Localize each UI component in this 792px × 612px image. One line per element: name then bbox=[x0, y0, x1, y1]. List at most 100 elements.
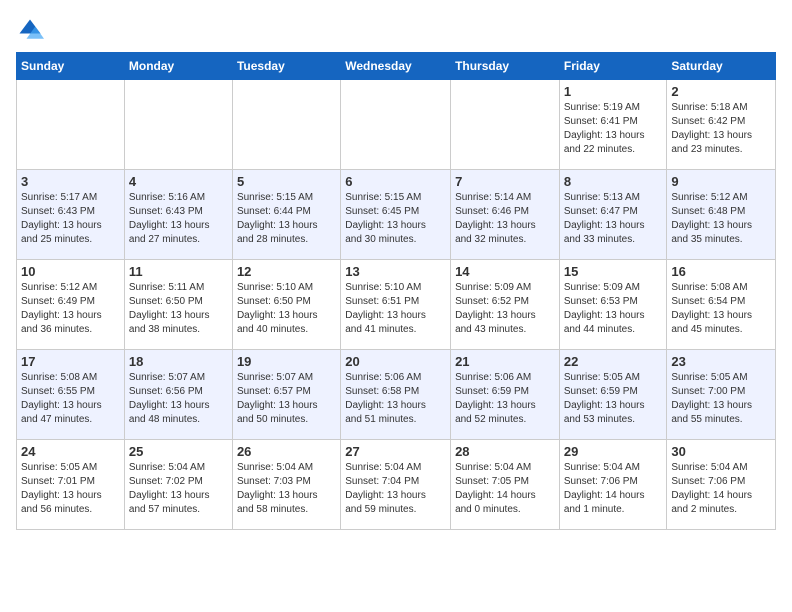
day-info: Sunrise: 5:04 AM Sunset: 7:06 PM Dayligh… bbox=[671, 461, 771, 517]
calendar-cell: 1 Sunrise: 5:19 AM Sunset: 6:41 PM Daylig… bbox=[559, 80, 667, 170]
page-header bbox=[16, 16, 776, 44]
day-info: Sunrise: 5:06 AM Sunset: 6:59 PM Dayligh… bbox=[455, 371, 555, 427]
day-header-friday: Friday bbox=[559, 53, 667, 80]
day-info: Sunrise: 5:07 AM Sunset: 6:56 PM Dayligh… bbox=[129, 371, 228, 427]
day-number: 6 bbox=[345, 174, 446, 189]
day-number: 4 bbox=[129, 174, 228, 189]
day-number: 27 bbox=[345, 444, 446, 459]
day-header-tuesday: Tuesday bbox=[232, 53, 340, 80]
day-number: 10 bbox=[21, 264, 120, 279]
day-number: 30 bbox=[671, 444, 771, 459]
day-info: Sunrise: 5:05 AM Sunset: 6:59 PM Dayligh… bbox=[564, 371, 663, 427]
day-header-wednesday: Wednesday bbox=[341, 53, 451, 80]
day-info: Sunrise: 5:10 AM Sunset: 6:50 PM Dayligh… bbox=[237, 281, 336, 337]
calendar-cell: 17 Sunrise: 5:08 AM Sunset: 6:55 PM Dayli… bbox=[17, 350, 125, 440]
day-number: 23 bbox=[671, 354, 771, 369]
calendar-week-row: 17 Sunrise: 5:08 AM Sunset: 6:55 PM Dayli… bbox=[17, 350, 776, 440]
calendar-cell: 13 Sunrise: 5:10 AM Sunset: 6:51 PM Dayli… bbox=[341, 260, 451, 350]
day-number: 5 bbox=[237, 174, 336, 189]
day-info: Sunrise: 5:14 AM Sunset: 6:46 PM Dayligh… bbox=[455, 191, 555, 247]
calendar-cell: 7 Sunrise: 5:14 AM Sunset: 6:46 PM Daylig… bbox=[451, 170, 560, 260]
calendar-cell: 16 Sunrise: 5:08 AM Sunset: 6:54 PM Dayli… bbox=[667, 260, 776, 350]
calendar-cell: 30 Sunrise: 5:04 AM Sunset: 7:06 PM Dayli… bbox=[667, 440, 776, 530]
day-number: 13 bbox=[345, 264, 446, 279]
calendar-cell: 23 Sunrise: 5:05 AM Sunset: 7:00 PM Dayli… bbox=[667, 350, 776, 440]
calendar-cell: 24 Sunrise: 5:05 AM Sunset: 7:01 PM Dayli… bbox=[17, 440, 125, 530]
day-number: 21 bbox=[455, 354, 555, 369]
day-number: 18 bbox=[129, 354, 228, 369]
day-number: 20 bbox=[345, 354, 446, 369]
day-number: 3 bbox=[21, 174, 120, 189]
day-info: Sunrise: 5:17 AM Sunset: 6:43 PM Dayligh… bbox=[21, 191, 120, 247]
day-info: Sunrise: 5:15 AM Sunset: 6:45 PM Dayligh… bbox=[345, 191, 446, 247]
day-number: 7 bbox=[455, 174, 555, 189]
calendar-week-row: 10 Sunrise: 5:12 AM Sunset: 6:49 PM Dayli… bbox=[17, 260, 776, 350]
day-header-thursday: Thursday bbox=[451, 53, 560, 80]
calendar-cell: 26 Sunrise: 5:04 AM Sunset: 7:03 PM Dayli… bbox=[232, 440, 340, 530]
day-info: Sunrise: 5:09 AM Sunset: 6:53 PM Dayligh… bbox=[564, 281, 663, 337]
calendar-cell: 6 Sunrise: 5:15 AM Sunset: 6:45 PM Daylig… bbox=[341, 170, 451, 260]
day-header-monday: Monday bbox=[124, 53, 232, 80]
calendar-cell bbox=[232, 80, 340, 170]
day-number: 1 bbox=[564, 84, 663, 99]
calendar: SundayMondayTuesdayWednesdayThursdayFrid… bbox=[16, 52, 776, 530]
calendar-cell: 10 Sunrise: 5:12 AM Sunset: 6:49 PM Dayli… bbox=[17, 260, 125, 350]
day-number: 22 bbox=[564, 354, 663, 369]
day-number: 24 bbox=[21, 444, 120, 459]
day-info: Sunrise: 5:05 AM Sunset: 7:01 PM Dayligh… bbox=[21, 461, 120, 517]
calendar-cell: 9 Sunrise: 5:12 AM Sunset: 6:48 PM Daylig… bbox=[667, 170, 776, 260]
logo bbox=[16, 16, 48, 44]
day-info: Sunrise: 5:15 AM Sunset: 6:44 PM Dayligh… bbox=[237, 191, 336, 247]
calendar-cell: 14 Sunrise: 5:09 AM Sunset: 6:52 PM Dayli… bbox=[451, 260, 560, 350]
day-info: Sunrise: 5:04 AM Sunset: 7:02 PM Dayligh… bbox=[129, 461, 228, 517]
day-info: Sunrise: 5:13 AM Sunset: 6:47 PM Dayligh… bbox=[564, 191, 663, 247]
calendar-cell: 27 Sunrise: 5:04 AM Sunset: 7:04 PM Dayli… bbox=[341, 440, 451, 530]
calendar-cell: 22 Sunrise: 5:05 AM Sunset: 6:59 PM Dayli… bbox=[559, 350, 667, 440]
calendar-cell: 11 Sunrise: 5:11 AM Sunset: 6:50 PM Dayli… bbox=[124, 260, 232, 350]
calendar-cell: 28Sunrise: 5:04 AM Sunset: 7:05 PM Dayli… bbox=[451, 440, 560, 530]
calendar-week-row: 3 Sunrise: 5:17 AM Sunset: 6:43 PM Daylig… bbox=[17, 170, 776, 260]
calendar-cell: 18 Sunrise: 5:07 AM Sunset: 6:56 PM Dayli… bbox=[124, 350, 232, 440]
day-number: 12 bbox=[237, 264, 336, 279]
calendar-week-row: 1 Sunrise: 5:19 AM Sunset: 6:41 PM Daylig… bbox=[17, 80, 776, 170]
day-header-sunday: Sunday bbox=[17, 53, 125, 80]
calendar-header-row: SundayMondayTuesdayWednesdayThursdayFrid… bbox=[17, 53, 776, 80]
calendar-cell: 3 Sunrise: 5:17 AM Sunset: 6:43 PM Daylig… bbox=[17, 170, 125, 260]
day-info: Sunrise: 5:12 AM Sunset: 6:49 PM Dayligh… bbox=[21, 281, 120, 337]
calendar-cell: 29 Sunrise: 5:04 AM Sunset: 7:06 PM Dayli… bbox=[559, 440, 667, 530]
calendar-cell: 21 Sunrise: 5:06 AM Sunset: 6:59 PM Dayli… bbox=[451, 350, 560, 440]
calendar-cell: 2Sunrise: 5:18 AM Sunset: 6:42 PM Daylig… bbox=[667, 80, 776, 170]
day-info: Sunrise: 5:04 AM Sunset: 7:04 PM Dayligh… bbox=[345, 461, 446, 517]
day-info: Sunrise: 5:10 AM Sunset: 6:51 PM Dayligh… bbox=[345, 281, 446, 337]
day-number: 25 bbox=[129, 444, 228, 459]
day-info: Sunrise: 5:04 AM Sunset: 7:05 PM Dayligh… bbox=[455, 461, 555, 517]
day-info: Sunrise: 5:11 AM Sunset: 6:50 PM Dayligh… bbox=[129, 281, 228, 337]
day-number: 8 bbox=[564, 174, 663, 189]
day-number: 11 bbox=[129, 264, 228, 279]
day-info: Sunrise: 5:05 AM Sunset: 7:00 PM Dayligh… bbox=[671, 371, 771, 427]
calendar-cell bbox=[17, 80, 125, 170]
day-number: 17 bbox=[21, 354, 120, 369]
calendar-cell: 12 Sunrise: 5:10 AM Sunset: 6:50 PM Dayli… bbox=[232, 260, 340, 350]
day-number: 14 bbox=[455, 264, 555, 279]
day-info: Sunrise: 5:12 AM Sunset: 6:48 PM Dayligh… bbox=[671, 191, 771, 247]
day-info: Sunrise: 5:16 AM Sunset: 6:43 PM Dayligh… bbox=[129, 191, 228, 247]
day-info: Sunrise: 5:19 AM Sunset: 6:41 PM Dayligh… bbox=[564, 101, 663, 157]
day-info: Sunrise: 5:08 AM Sunset: 6:55 PM Dayligh… bbox=[21, 371, 120, 427]
day-number: 26 bbox=[237, 444, 336, 459]
day-info: Sunrise: 5:08 AM Sunset: 6:54 PM Dayligh… bbox=[671, 281, 771, 337]
day-info: Sunrise: 5:07 AM Sunset: 6:57 PM Dayligh… bbox=[237, 371, 336, 427]
day-info: Sunrise: 5:09 AM Sunset: 6:52 PM Dayligh… bbox=[455, 281, 555, 337]
calendar-cell: 15Sunrise: 5:09 AM Sunset: 6:53 PM Dayli… bbox=[559, 260, 667, 350]
calendar-week-row: 24 Sunrise: 5:05 AM Sunset: 7:01 PM Dayli… bbox=[17, 440, 776, 530]
day-number: 9 bbox=[671, 174, 771, 189]
day-header-saturday: Saturday bbox=[667, 53, 776, 80]
day-number: 29 bbox=[564, 444, 663, 459]
logo-icon bbox=[16, 16, 44, 44]
calendar-cell bbox=[341, 80, 451, 170]
calendar-cell: 4 Sunrise: 5:16 AM Sunset: 6:43 PM Daylig… bbox=[124, 170, 232, 260]
day-info: Sunrise: 5:04 AM Sunset: 7:06 PM Dayligh… bbox=[564, 461, 663, 517]
day-number: 16 bbox=[671, 264, 771, 279]
calendar-cell bbox=[124, 80, 232, 170]
day-info: Sunrise: 5:04 AM Sunset: 7:03 PM Dayligh… bbox=[237, 461, 336, 517]
